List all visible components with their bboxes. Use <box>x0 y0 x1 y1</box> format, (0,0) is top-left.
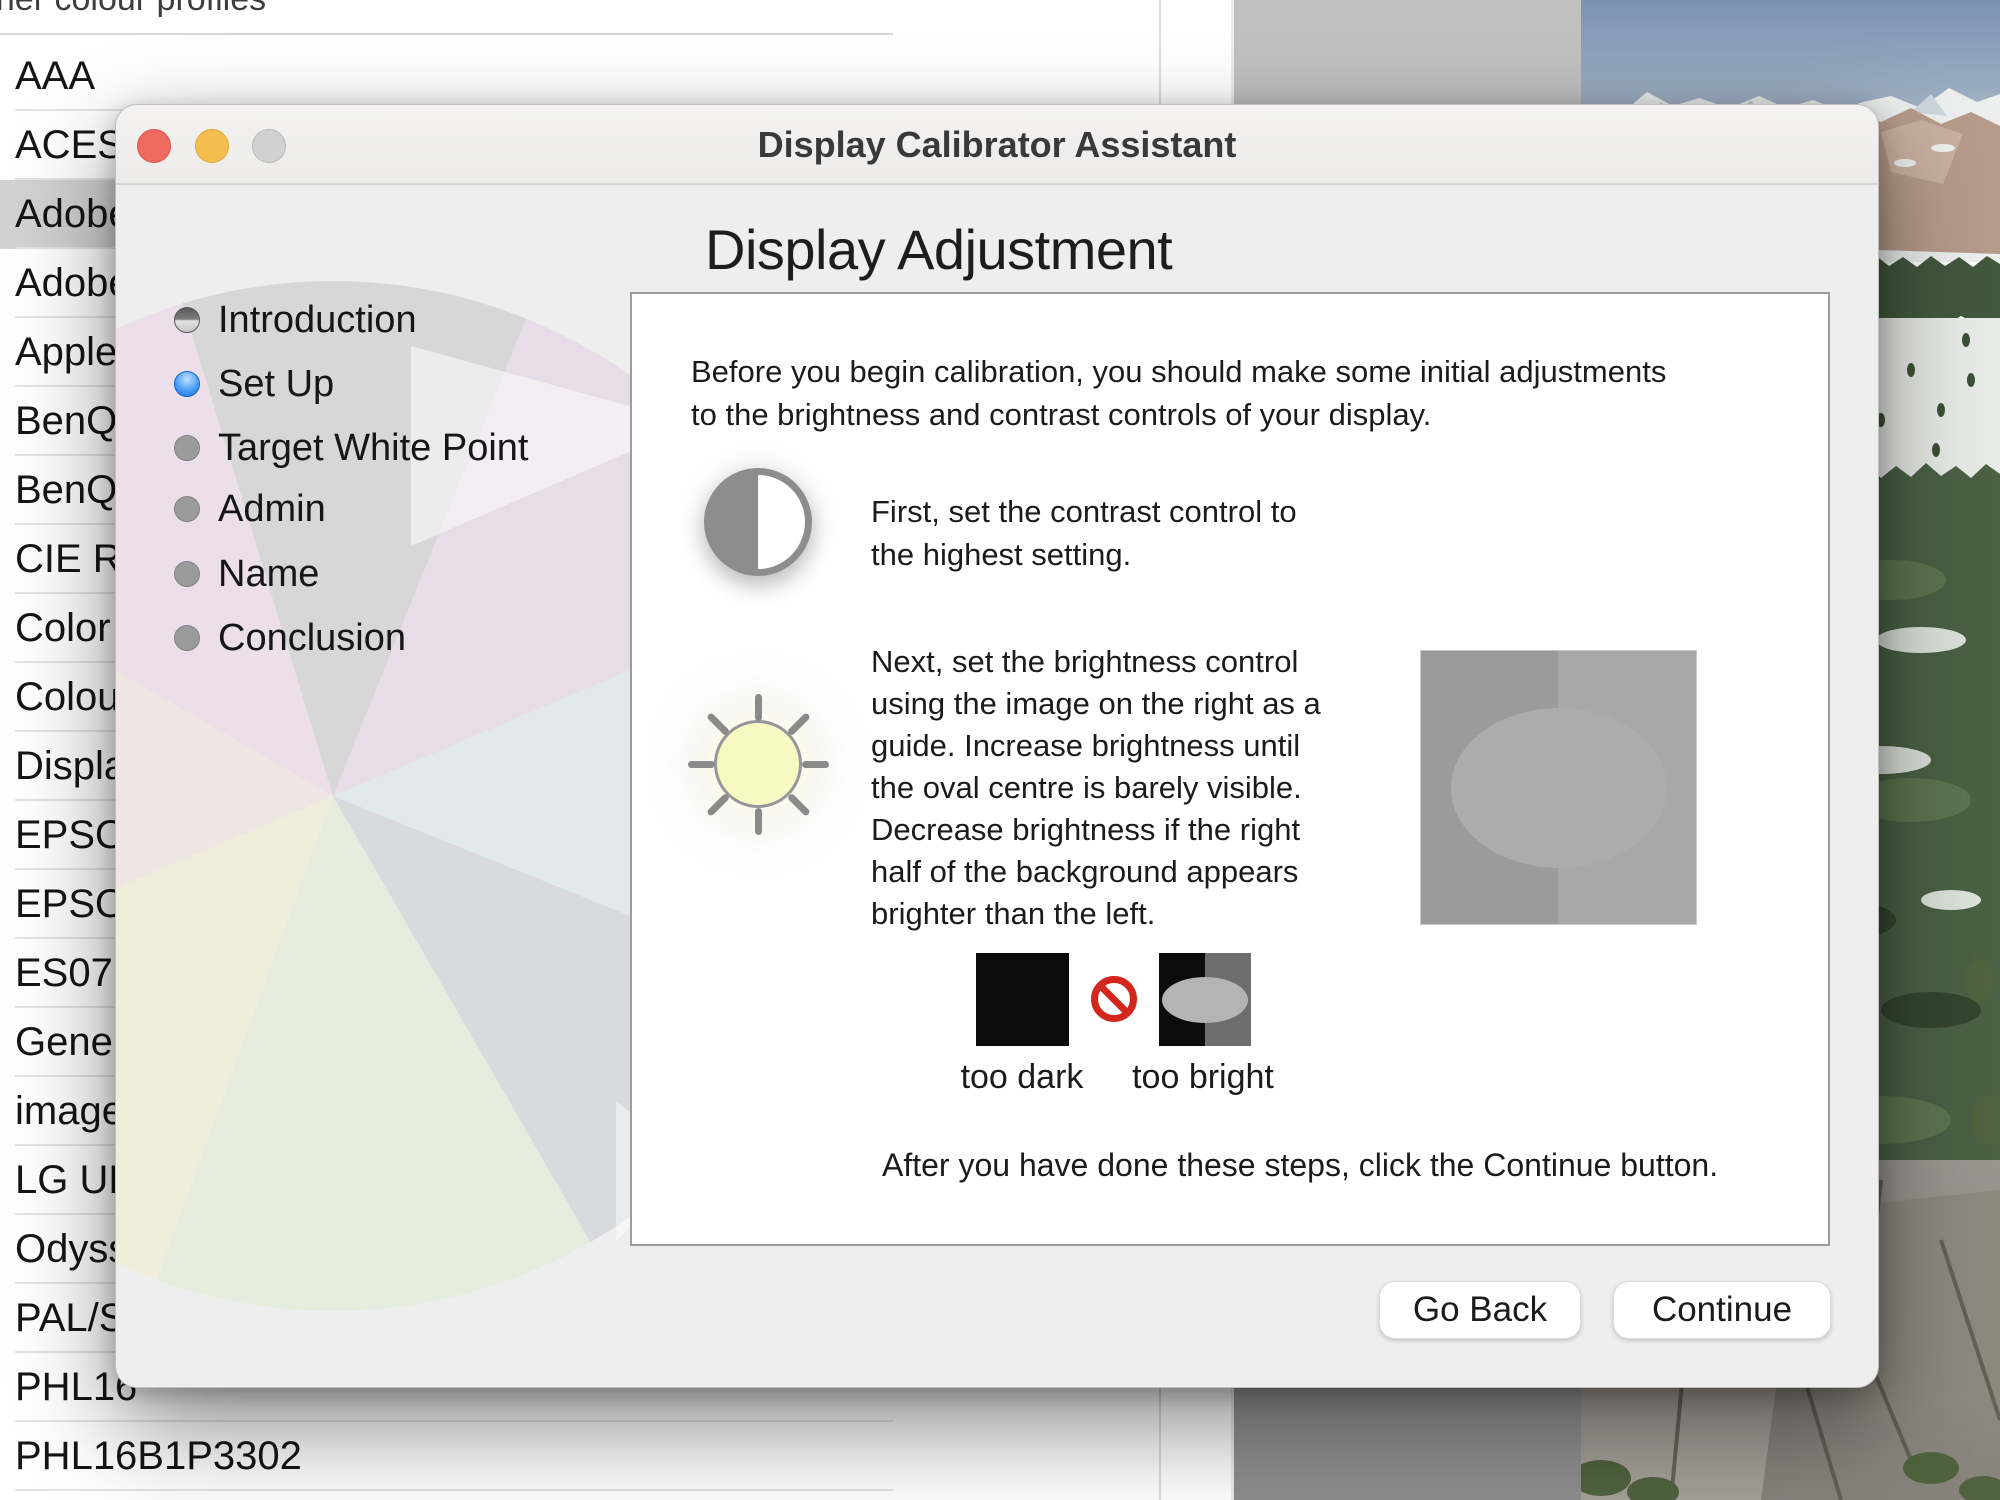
text-line: First, set the contrast control to <box>871 490 1297 533</box>
titlebar: Display Calibrator Assistant <box>116 105 1878 185</box>
go-back-button[interactable]: Go Back <box>1379 1281 1581 1339</box>
text-line: the highest setting. <box>871 533 1297 576</box>
step-label: Conclusion <box>218 606 406 670</box>
step-label: Target White Point <box>218 416 528 480</box>
close-button[interactable] <box>137 129 171 163</box>
step-bullet-icon <box>174 307 200 333</box>
step-label: Set Up <box>218 352 334 416</box>
assistant-window: Display Calibrator Assistant Display Adj… <box>115 104 1879 1388</box>
desktop: Other colour profiles AAAACESAdobeAdobeA… <box>0 0 2000 1500</box>
text-line: Decrease brightness if the right <box>871 809 1321 851</box>
content-box: Before you begin calibration, you should… <box>630 292 1830 1246</box>
contrast-paragraph: First, set the contrast control tothe hi… <box>871 490 1297 576</box>
text-line: Before you begin calibration, you should… <box>691 350 1666 393</box>
step-label: Admin <box>218 477 326 541</box>
profile-row[interactable]: PHL16B1P3302 <box>0 1422 1159 1491</box>
profile-row[interactable]: AAA <box>0 42 1159 111</box>
divider <box>0 33 893 35</box>
page-title: Display Adjustment <box>705 217 1172 282</box>
window-title: Display Calibrator Assistant <box>116 105 1878 185</box>
too-dark-example-image <box>976 953 1069 1046</box>
too-bright-label: too bright <box>1093 1058 1313 1097</box>
intro-paragraph: Before you begin calibration, you should… <box>691 350 1666 436</box>
target-oval <box>1451 708 1667 868</box>
step-bullet-icon <box>174 435 200 461</box>
step-bullet-icon <box>174 496 200 522</box>
text-line: to the brightness and contrast controls … <box>691 393 1666 436</box>
text-line: guide. Increase brightness until <box>871 725 1321 767</box>
divider <box>15 1489 893 1491</box>
brightness-paragraph: Next, set the brightness controlusing th… <box>871 641 1321 935</box>
text-line: half of the background appears <box>871 851 1321 893</box>
step-bullet-icon <box>174 625 200 651</box>
too-bright-example-image <box>1159 953 1251 1046</box>
minimize-button[interactable] <box>195 129 229 163</box>
text-line: Next, set the brightness control <box>871 641 1321 683</box>
step-label: Name <box>218 542 319 606</box>
text-line: the oval centre is barely visible. <box>871 767 1321 809</box>
brightness-sun-icon <box>678 684 838 844</box>
step-bullet-icon <box>174 561 200 587</box>
profile-list-header: Other colour profiles <box>0 0 266 19</box>
continue-button[interactable]: Continue <box>1613 1281 1831 1339</box>
contrast-icon <box>704 468 812 576</box>
after-steps-note: After you have done these steps, click t… <box>882 1147 1718 1184</box>
prohibition-icon <box>1091 976 1137 1022</box>
text-line: brighter than the left. <box>871 893 1321 935</box>
text-line: using the image on the right as a <box>871 683 1321 725</box>
zoom-button[interactable] <box>252 129 286 163</box>
step-bullet-icon <box>174 371 200 397</box>
step-label: Introduction <box>218 288 417 352</box>
brightness-target-image <box>1421 651 1696 924</box>
